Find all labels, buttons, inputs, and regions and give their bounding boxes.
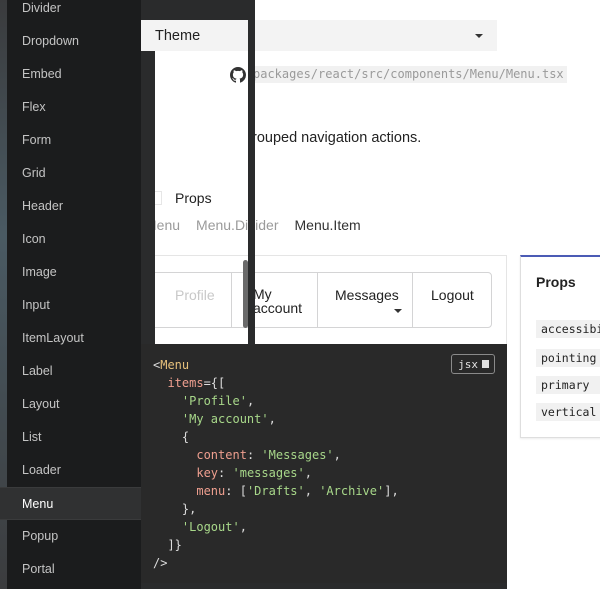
sidebar-item-grid[interactable]: Grid: [0, 157, 141, 190]
sidebar-item-itemlayout[interactable]: ItemLayout: [0, 322, 141, 355]
sidebar-item-form[interactable]: Form: [0, 124, 141, 157]
scroll-track: [248, 0, 255, 345]
menu-item-logout[interactable]: Logout: [412, 273, 491, 327]
tab-menu-divider[interactable]: Menu.Divider: [196, 217, 278, 233]
sidebar-item-embed[interactable]: Embed: [0, 58, 141, 91]
overlay-shadow: [141, 583, 507, 589]
tab-menu-item[interactable]: Menu.Item: [295, 217, 361, 233]
sidebar-item-divider[interactable]: Divider: [0, 0, 141, 25]
copy-icon[interactable]: [482, 360, 489, 368]
props-card: Props accessibility pointing primary ver…: [520, 255, 600, 438]
sidebar-item-menu[interactable]: Menu: [0, 487, 141, 520]
theme-dropdown[interactable]: Theme: [141, 20, 497, 51]
sidebar-item-input[interactable]: Input: [0, 289, 141, 322]
sidebar-item-flex[interactable]: Flex: [0, 91, 141, 124]
language-label: jsx: [458, 357, 478, 371]
sidebar-item-label[interactable]: Label: [0, 355, 141, 388]
scrollbar-thumb[interactable]: [243, 260, 248, 328]
menu-item-label: Logout: [431, 287, 474, 303]
sidebar-item-icon[interactable]: Icon: [0, 223, 141, 256]
sidebar-item-layout[interactable]: Layout: [0, 388, 141, 421]
sidebar-item-list[interactable]: List: [0, 421, 141, 454]
props-toggle-label[interactable]: Props: [175, 190, 212, 206]
source-path[interactable]: packages/react/src/components/Menu/Menu.…: [250, 66, 567, 83]
prop-primary[interactable]: primary: [536, 376, 600, 394]
prop-vertical[interactable]: vertical: [536, 403, 600, 421]
github-icon[interactable]: [230, 67, 246, 83]
component-description: rouped navigation actions.: [252, 130, 422, 146]
sidebar-item-loader[interactable]: Loader: [0, 454, 141, 487]
chevron-down-icon: [394, 309, 402, 313]
sidebar-item-popup[interactable]: Popup: [0, 520, 141, 553]
code-block: <Menu items={[ 'Profile', 'My account', …: [153, 358, 399, 570]
overlay-shadow: [141, 51, 155, 344]
sidebar-item-dropdown[interactable]: Dropdown: [0, 25, 141, 58]
prop-pointing[interactable]: pointing: [536, 349, 600, 367]
menu-item-label: My account: [253, 286, 303, 316]
menu-item-label: Profile: [175, 287, 215, 303]
language-badge[interactable]: jsx: [451, 354, 495, 374]
menu-item-label: Messages: [335, 287, 399, 303]
props-card-title: Props: [536, 274, 576, 290]
sidebar-item-header[interactable]: Header: [0, 190, 141, 223]
chevron-down-icon: [475, 33, 483, 38]
overlay-shadow: [141, 0, 255, 20]
theme-label: Theme: [155, 27, 201, 44]
sidebar-item-image[interactable]: Image: [0, 256, 141, 289]
sidebar-item-portal[interactable]: Portal: [0, 553, 141, 586]
sidebar: Divider Dropdown Embed Flex Form Grid Header Ic…: [0, 0, 141, 589]
menu-item-messages[interactable]: Messages: [317, 273, 412, 327]
prop-accessibility[interactable]: accessibility: [536, 320, 600, 338]
code-example[interactable]: <Menu items={[ 'Profile', 'My account', …: [141, 344, 507, 583]
menu-preview: Profile My account Messages Logout: [144, 272, 492, 328]
menu-item-profile[interactable]: Profile: [145, 273, 231, 327]
